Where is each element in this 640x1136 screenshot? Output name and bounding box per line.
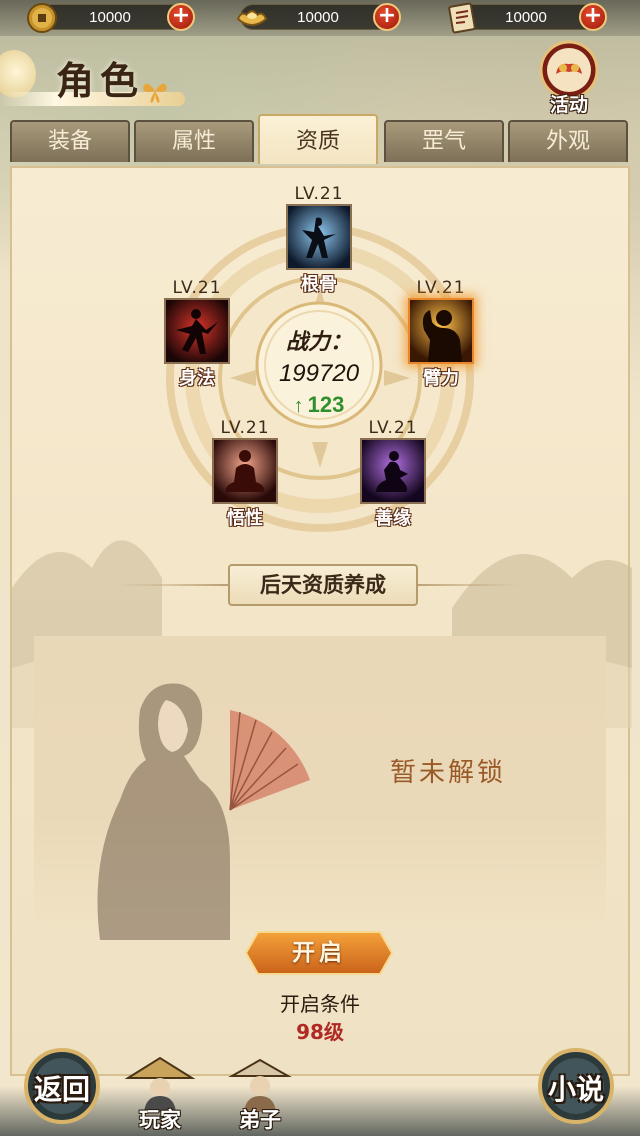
attr-name: 根骨 [301,274,337,295]
attr-name: 善缘 [375,508,411,529]
agility-icon [166,300,228,362]
disciple-avatar-icon [228,1058,292,1112]
unlock-button[interactable]: 开启 [244,930,394,976]
section-title: 后天资质养成 [228,564,418,606]
up-arrow-icon: ↑ [293,395,304,417]
tab-bar: 装备 属性 资质 罡气 外观 [10,114,632,168]
novel-label: 小说 [547,1073,604,1106]
ticket-icon [448,2,476,34]
root-bone-icon [288,206,350,268]
attr-name: 悟性 [227,508,263,529]
power-label: 战力： [285,329,352,355]
attr-frame [164,298,230,364]
attr-karma[interactable]: LV.21 善缘 [338,418,448,529]
locked-text: 暂未解锁 [390,758,507,788]
tab-attributes[interactable]: 属性 [134,120,254,162]
attr-name: 身法 [179,368,215,389]
attr-strength[interactable]: LV.21 臂力 [386,278,496,389]
back-button[interactable]: 返回 [22,1046,102,1126]
unlock-button-label: 开启 [292,940,346,966]
activity-label: 活动 [549,94,588,116]
unlock-condition-label: 开启条件 [280,992,360,1016]
attr-agility[interactable]: LV.21 身法 [142,278,252,389]
power-gain: ↑ 123 [254,392,384,418]
back-label: 返回 [33,1073,90,1106]
power-value: 199720 [278,360,360,387]
add-gold-button[interactable]: + [373,3,401,31]
strength-icon [410,300,472,362]
butterfly-icon [143,83,167,103]
power-gain-value: 123 [307,392,345,417]
player-button[interactable]: 玩家 [122,1052,198,1132]
currency-ticket: 10000 + [448,2,607,34]
attr-level: LV.21 [220,418,270,438]
comprehension-icon [214,440,276,502]
copper-coin-icon [27,3,57,33]
attr-frame-highlighted [408,298,474,364]
attr-name: 臂力 [423,368,459,389]
attr-level: LV.21 [172,278,222,298]
player-avatar-icon [124,1056,196,1112]
tab-equipment[interactable]: 装备 [10,120,130,162]
disciple-button[interactable]: 弟子 [222,1052,298,1132]
gold-ingot-icon [236,10,268,26]
tab-appearance[interactable]: 外观 [508,120,628,162]
attr-level: LV.21 [416,278,466,298]
copper-value: 10000 [89,9,131,26]
player-label: 玩家 [139,1108,181,1132]
attr-frame [286,204,352,270]
page-title: 角色 [56,58,145,103]
gold-value: 10000 [297,9,339,26]
add-copper-button[interactable]: + [167,3,195,31]
attr-level: LV.21 [294,184,344,204]
activity-button[interactable]: 活动 [536,40,602,116]
currency-copper: 10000 + [27,3,195,33]
attr-level: LV.21 [368,418,418,438]
attr-comprehension[interactable]: LV.21 悟性 [190,418,300,529]
fan-lady-illustration [97,683,310,940]
attr-frame [212,438,278,504]
attr-frame [360,438,426,504]
attr-root-bone[interactable]: LV.21 根骨 [264,184,374,295]
currency-gold: 10000 + [236,3,401,31]
currency-bar: 10000 + 10000 + 10000 + [0,0,640,36]
ticket-value: 10000 [505,9,547,26]
combat-power: 战力： 199720 ↑ 123 [254,300,384,430]
karma-icon [362,440,424,502]
tab-aptitude[interactable]: 资质 [258,114,378,164]
add-ticket-button[interactable]: + [579,3,607,31]
tab-aura[interactable]: 罡气 [384,120,504,162]
unlock-condition-value: 98级 [296,1020,344,1044]
novel-button[interactable]: 小说 [536,1046,616,1126]
disciple-label: 弟子 [239,1108,281,1132]
